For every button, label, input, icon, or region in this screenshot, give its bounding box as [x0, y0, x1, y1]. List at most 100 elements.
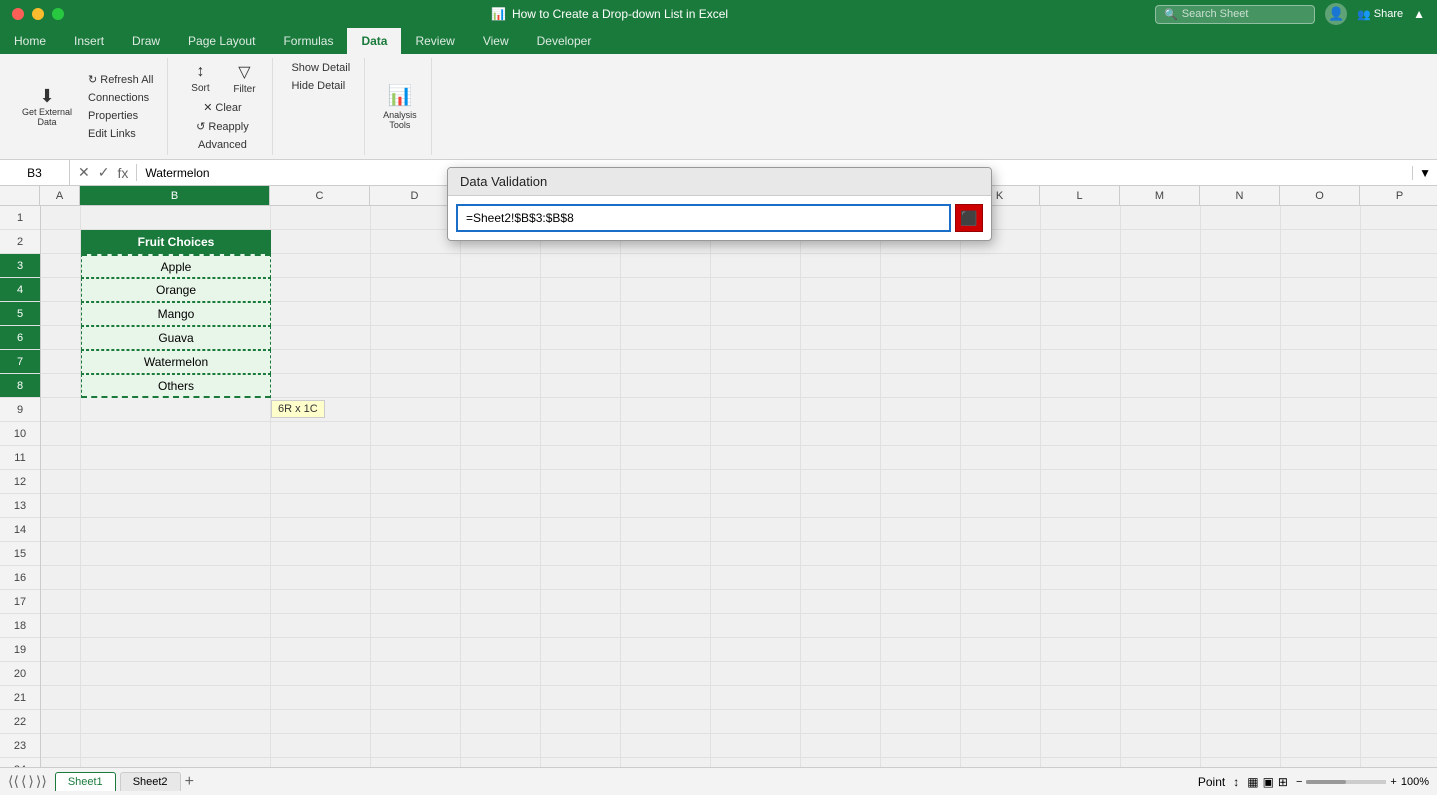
cell-c10[interactable]: [271, 422, 371, 446]
show-detail-button[interactable]: Show Detail: [285, 60, 356, 76]
cell-h9[interactable]: [711, 398, 801, 422]
col-header-n[interactable]: N: [1200, 186, 1280, 205]
cell-n9[interactable]: [1201, 398, 1281, 422]
cell-d6[interactable]: [371, 326, 461, 350]
row-8-num[interactable]: 8: [0, 374, 40, 398]
cell-l10[interactable]: [1041, 422, 1121, 446]
reapply-button[interactable]: ↺ Reapply: [190, 118, 255, 135]
cell-n7[interactable]: [1201, 350, 1281, 374]
cell-m4[interactable]: [1121, 278, 1201, 302]
row-21-num[interactable]: 21: [0, 686, 40, 710]
cell-k8[interactable]: [961, 374, 1041, 398]
cell-b10[interactable]: [81, 422, 271, 446]
cell-reference-box[interactable]: B3: [0, 160, 70, 185]
row-18-num[interactable]: 18: [0, 614, 40, 638]
cell-n6[interactable]: [1201, 326, 1281, 350]
row-13-num[interactable]: 13: [0, 494, 40, 518]
cell-h4[interactable]: [711, 278, 801, 302]
cell-d9[interactable]: [371, 398, 461, 422]
cell-j6[interactable]: [881, 326, 961, 350]
cell-e7[interactable]: [461, 350, 541, 374]
col-header-m[interactable]: M: [1120, 186, 1200, 205]
col-header-l[interactable]: L: [1040, 186, 1120, 205]
cell-b2[interactable]: Fruit Choices: [81, 230, 271, 254]
cell-a2[interactable]: [41, 230, 81, 254]
share-button[interactable]: 👥 Share: [1357, 8, 1403, 21]
hide-detail-button[interactable]: Hide Detail: [285, 78, 351, 94]
cell-b3[interactable]: Apple: [81, 254, 271, 278]
tab-developer[interactable]: Developer: [523, 28, 606, 54]
cell-e3[interactable]: [461, 254, 541, 278]
sort-button[interactable]: ↕ Sort: [180, 60, 220, 97]
cell-m1[interactable]: [1121, 206, 1201, 230]
chevron-up-icon[interactable]: ▲: [1413, 7, 1425, 21]
row-11-num[interactable]: 11: [0, 446, 40, 470]
cell-n5[interactable]: [1201, 302, 1281, 326]
cell-e4[interactable]: [461, 278, 541, 302]
cell-p4[interactable]: [1361, 278, 1437, 302]
tab-view[interactable]: View: [469, 28, 523, 54]
cell-g5[interactable]: [621, 302, 711, 326]
page-view-icon[interactable]: ▣: [1263, 775, 1274, 789]
cell-k10[interactable]: [961, 422, 1041, 446]
col-header-b[interactable]: B: [80, 186, 270, 205]
col-header-o[interactable]: O: [1280, 186, 1360, 205]
row-10-num[interactable]: 10: [0, 422, 40, 446]
cell-j3[interactable]: [881, 254, 961, 278]
cell-i5[interactable]: [801, 302, 881, 326]
cell-m8[interactable]: [1121, 374, 1201, 398]
tab-formulas[interactable]: Formulas: [269, 28, 347, 54]
cell-p7[interactable]: [1361, 350, 1437, 374]
row-9-num[interactable]: 9: [0, 398, 40, 422]
cell-f5[interactable]: [541, 302, 621, 326]
cell-d10[interactable]: [371, 422, 461, 446]
cell-b6[interactable]: Guava: [81, 326, 271, 350]
cell-e5[interactable]: [461, 302, 541, 326]
row-19-num[interactable]: 19: [0, 638, 40, 662]
zoom-slider[interactable]: [1306, 780, 1386, 784]
get-external-data-button[interactable]: ⬇ Get ExternalData: [16, 83, 78, 131]
cell-a8[interactable]: [41, 374, 81, 398]
cell-j10[interactable]: [881, 422, 961, 446]
cell-e8[interactable]: [461, 374, 541, 398]
cell-n4[interactable]: [1201, 278, 1281, 302]
cell-o4[interactable]: [1281, 278, 1361, 302]
cell-h8[interactable]: [711, 374, 801, 398]
filter-button[interactable]: ▽ Filter: [224, 60, 264, 97]
cell-j4[interactable]: [881, 278, 961, 302]
cell-k7[interactable]: [961, 350, 1041, 374]
cell-k5[interactable]: [961, 302, 1041, 326]
cell-d4[interactable]: [371, 278, 461, 302]
cell-e6[interactable]: [461, 326, 541, 350]
cell-f7[interactable]: [541, 350, 621, 374]
sheet-tab-sheet2[interactable]: Sheet2: [120, 772, 181, 791]
cell-m3[interactable]: [1121, 254, 1201, 278]
cell-c5[interactable]: [271, 302, 371, 326]
cell-i7[interactable]: [801, 350, 881, 374]
cell-o7[interactable]: [1281, 350, 1361, 374]
cell-d7[interactable]: [371, 350, 461, 374]
formula-expand-button[interactable]: ▼: [1412, 166, 1437, 180]
cell-p1[interactable]: [1361, 206, 1437, 230]
cell-d5[interactable]: [371, 302, 461, 326]
row-2-num[interactable]: 2: [0, 230, 40, 254]
cell-o2[interactable]: [1281, 230, 1361, 254]
minimize-button[interactable]: [32, 8, 44, 20]
cell-j8[interactable]: [881, 374, 961, 398]
cell-c8[interactable]: [271, 374, 371, 398]
profile-icon[interactable]: 👤: [1325, 3, 1347, 25]
cell-n3[interactable]: [1201, 254, 1281, 278]
cell-p6[interactable]: [1361, 326, 1437, 350]
cell-f9[interactable]: [541, 398, 621, 422]
cell-b1[interactable]: [81, 206, 271, 230]
row-17-num[interactable]: 17: [0, 590, 40, 614]
cell-d8[interactable]: [371, 374, 461, 398]
cell-p2[interactable]: [1361, 230, 1437, 254]
nav-first-button[interactable]: ⟨⟨: [8, 773, 19, 790]
row-7-num[interactable]: 7: [0, 350, 40, 374]
cell-c2[interactable]: [271, 230, 371, 254]
sheet-tab-sheet1[interactable]: Sheet1: [55, 772, 116, 791]
page-break-view-icon[interactable]: ⊞: [1278, 775, 1288, 789]
cell-h7[interactable]: [711, 350, 801, 374]
tab-draw[interactable]: Draw: [118, 28, 174, 54]
